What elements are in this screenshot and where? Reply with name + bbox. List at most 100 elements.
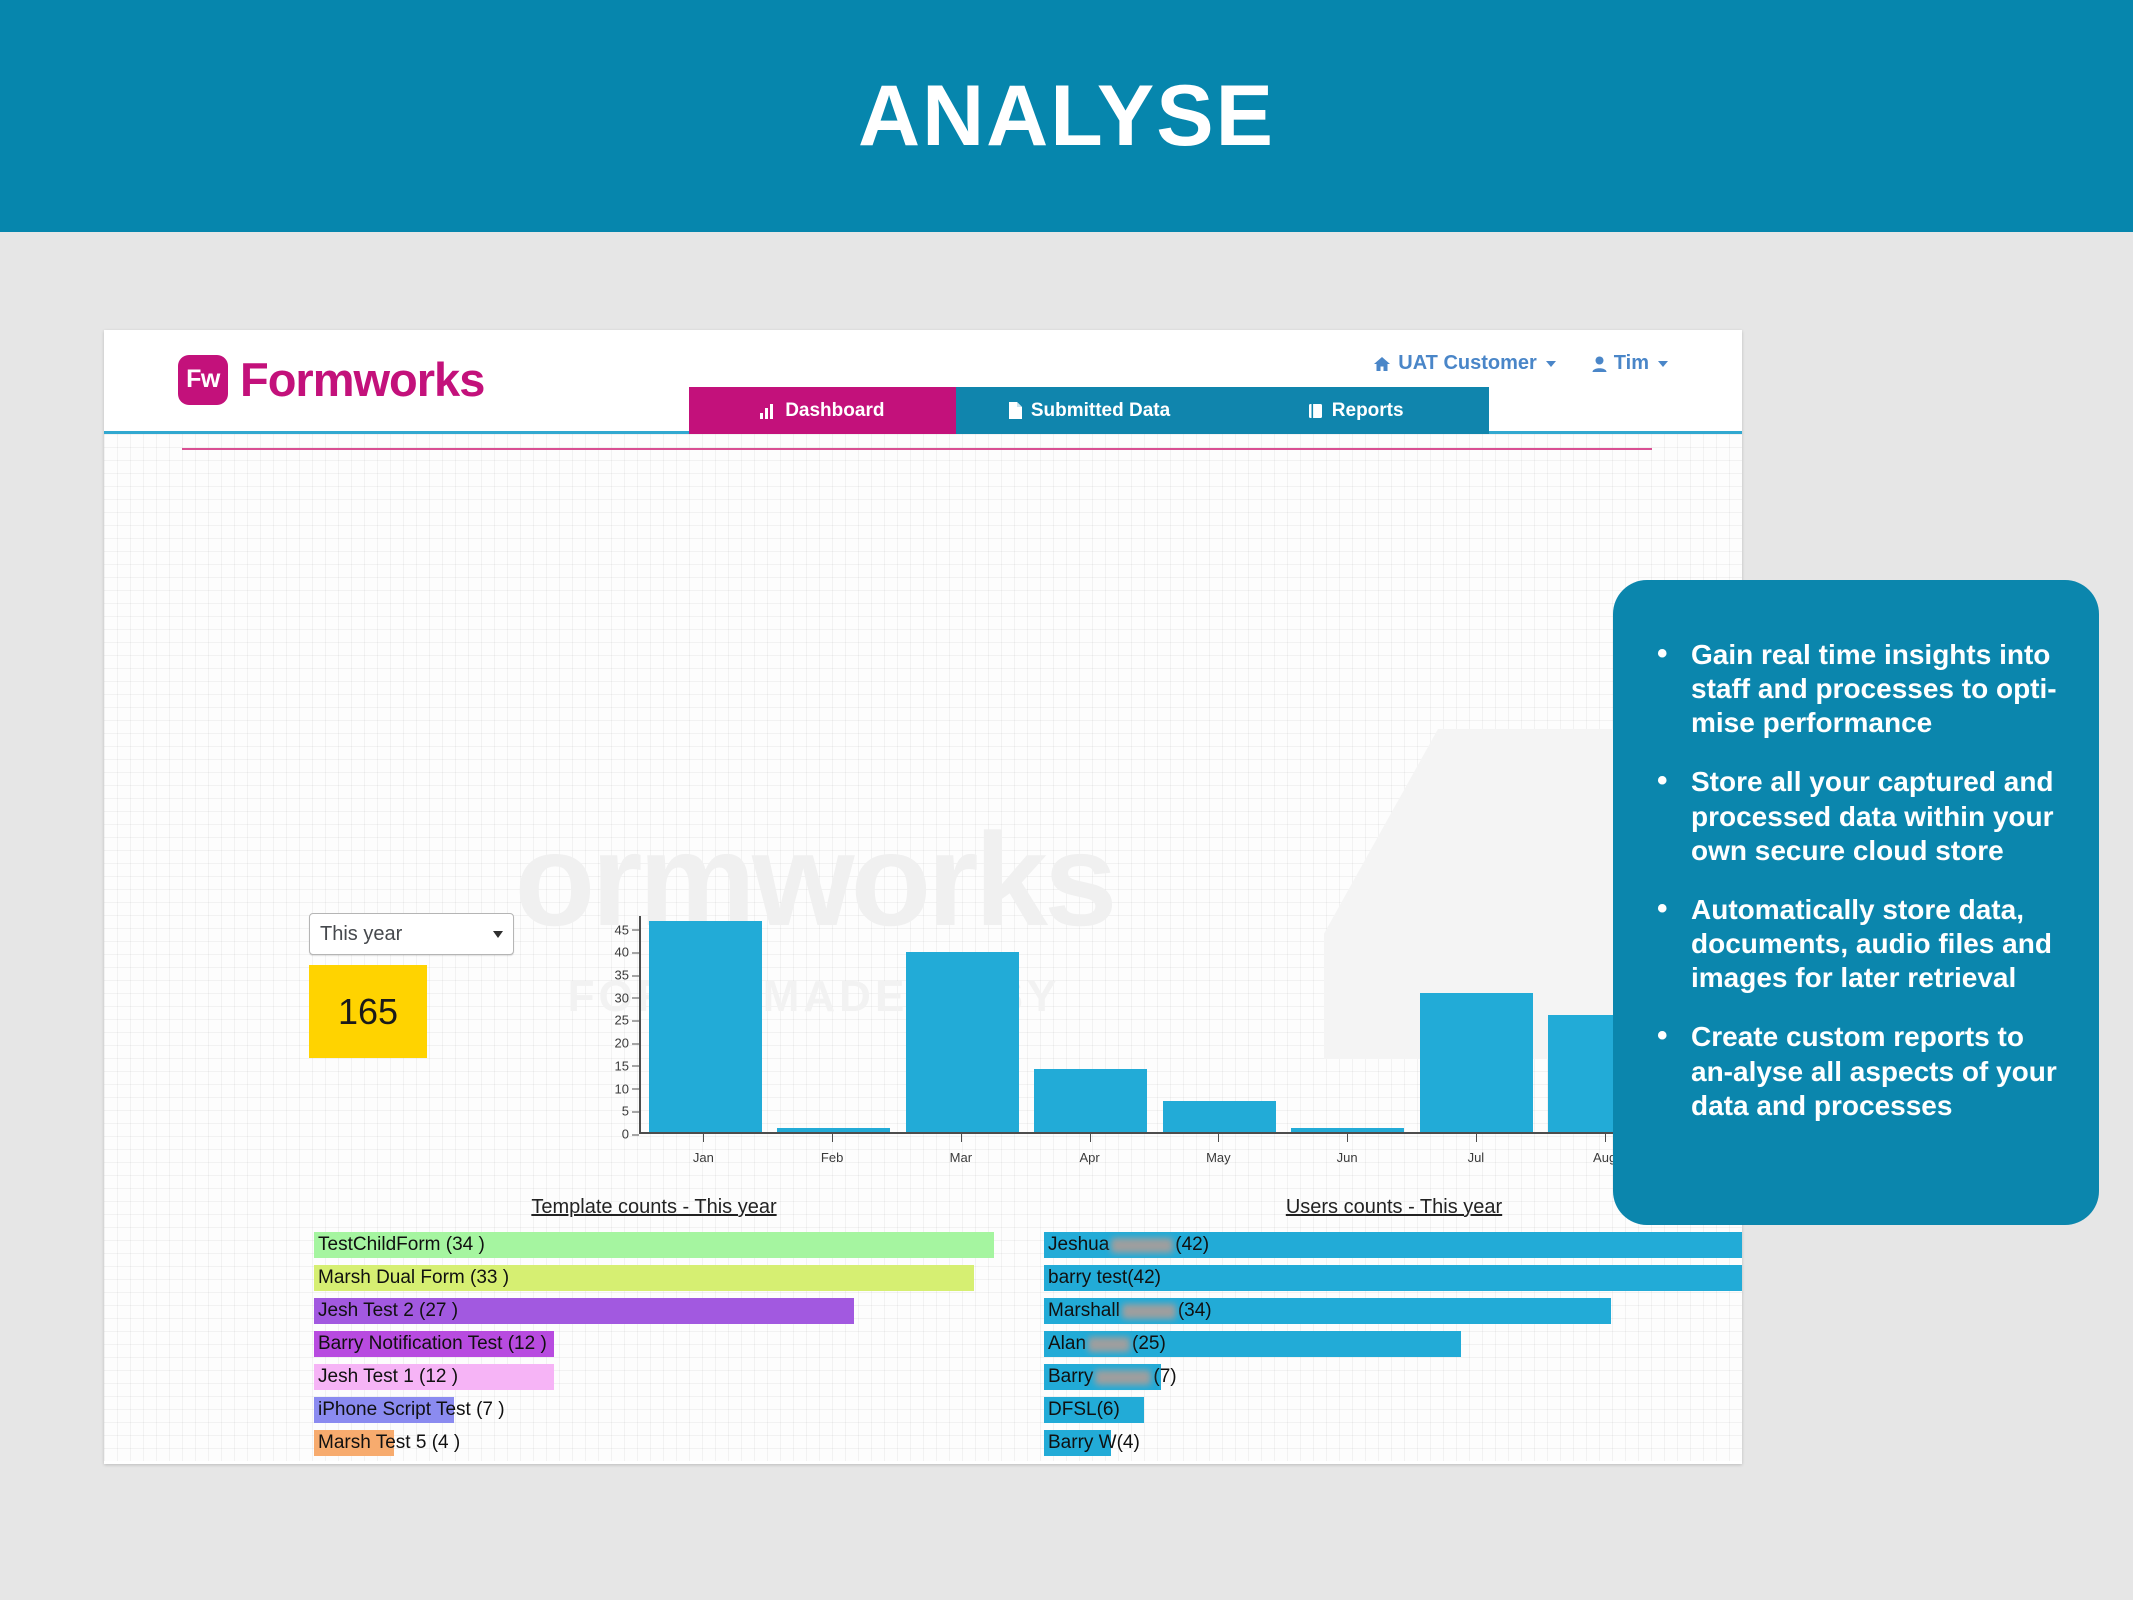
template-count-row[interactable]: Marsh Dual Form (33 ) [314, 1263, 994, 1296]
template-count-row[interactable]: Jesh Test 2 (27 ) [314, 1296, 994, 1329]
user-count-row[interactable]: Jeshua (42) [1044, 1230, 1742, 1263]
user-count-value: (42) [1127, 1267, 1161, 1288]
user-count-value: (42) [1175, 1234, 1210, 1255]
tab-reports[interactable]: Reports [1222, 387, 1490, 434]
tab-dashboard-label: Dashboard [785, 399, 885, 421]
accent-divider [182, 448, 1652, 450]
chart-x-tick-label: Jun [1283, 1134, 1412, 1171]
user-count-row[interactable]: Alan (25) [1044, 1329, 1742, 1362]
chart-y-tick: 20 [615, 1036, 639, 1051]
chart-y-tick-mark [632, 1088, 639, 1090]
chart-bar[interactable] [777, 1127, 891, 1132]
chart-y-tick-mark [632, 1134, 639, 1135]
chart-y-tick: 40 [615, 945, 639, 960]
book-icon [1308, 403, 1322, 418]
chart-y-tick: 5 [622, 1104, 639, 1119]
chart-bar[interactable] [648, 920, 762, 1132]
chart-bar[interactable] [1162, 1100, 1276, 1132]
chart-bar-slot [898, 916, 1027, 1132]
chart-bar-slot [1284, 916, 1413, 1132]
chart-bar-slot [1412, 916, 1541, 1132]
chevron-down-icon [1545, 360, 1556, 367]
tab-reports-label: Reports [1331, 399, 1404, 421]
user-count-row[interactable]: DFSL (6) [1044, 1395, 1742, 1428]
chart-bar-slot [1027, 916, 1156, 1132]
feature-bullet-list: Gain real time insights into staff and p… [1647, 636, 2057, 1123]
chart-x-tick-label: Apr [1025, 1134, 1154, 1171]
tab-submitted-data[interactable]: Submitted Data [955, 387, 1223, 434]
chevron-down-icon [1658, 360, 1668, 367]
chart-y-tick: 15 [615, 1058, 639, 1073]
user-count-label: Alan (25) [1048, 1331, 1166, 1357]
user-icon [1592, 356, 1607, 372]
customer-menu[interactable]: UAT Customer [1373, 352, 1556, 375]
user-count-value: (34) [1177, 1300, 1212, 1321]
chart-bar[interactable] [905, 952, 1019, 1132]
template-count-label: Barry Notification Test (12 ) [318, 1333, 547, 1354]
template-count-row[interactable]: Barry Notification Test (12 ) [314, 1329, 994, 1362]
template-count-label: Jesh Test 1 (12 ) [318, 1366, 459, 1387]
tab-dashboard[interactable]: Dashboard [689, 387, 956, 434]
template-count-label: iPhone Script Test (7 ) [318, 1399, 505, 1420]
redacted-surname [1095, 1369, 1152, 1385]
user-name: Marshall [1048, 1300, 1120, 1321]
template-count-row[interactable]: Jesh Test 1 (12 ) [314, 1362, 994, 1395]
chart-x-axis: Jan Feb Mar Apr May Jun Jul Aug [639, 1134, 1669, 1171]
chart-plot-area [639, 916, 1669, 1134]
tab-submitted-data-label: Submitted Data [1030, 399, 1171, 421]
user-name: Barry [1048, 1366, 1094, 1387]
template-counts-title: Template counts - This year [531, 1196, 777, 1218]
template-count-label: Marsh Test 5 (4 ) [318, 1432, 461, 1453]
user-count-value: (4) [1116, 1432, 1140, 1453]
chart-x-tick-label: Jul [1412, 1134, 1541, 1171]
app-topbar: Fw Formworks Dashboard Submitted Data Re… [104, 330, 1742, 434]
brand-name: Formworks [240, 353, 485, 406]
chart-y-tick: 30 [615, 990, 639, 1005]
feature-callout-card: Gain real time insights into staff and p… [1613, 580, 2099, 1225]
chart-y-tick: 45 [615, 922, 639, 937]
user-count-row[interactable]: Marshall (34) [1044, 1296, 1742, 1329]
chart-x-tick-label: Feb [768, 1134, 897, 1171]
template-count-row[interactable]: iPhone Script Test (7 ) [314, 1395, 994, 1428]
period-select[interactable]: This year [309, 913, 514, 955]
chart-bar[interactable] [1419, 992, 1533, 1132]
user-count-row[interactable]: Barry (7) [1044, 1362, 1742, 1395]
user-count-value: (6) [1096, 1399, 1120, 1420]
template-count-row[interactable]: TestChildForm (34 ) [314, 1230, 994, 1263]
user-name: Jeshua [1048, 1234, 1110, 1255]
document-icon [1008, 402, 1022, 419]
user-count-row[interactable]: barry test (42) [1044, 1263, 1742, 1296]
chart-bar[interactable] [1034, 1069, 1148, 1132]
monthly-submissions-chart: 0 5 10 15 20 25 30 35 40 45 Jan Feb Mar Apr May Jun Jul… [584, 916, 1669, 1171]
account-menu[interactable]: Tim [1592, 352, 1668, 375]
chart-bar[interactable] [1291, 1127, 1405, 1132]
user-count-value: (7) [1153, 1366, 1177, 1387]
chart-x-tick-label: Jan [639, 1134, 768, 1171]
chart-y-tick-mark [632, 997, 639, 999]
feature-bullet: Automatically store data, documents, aud… [1647, 891, 2057, 995]
feature-bullet: Create custom reports to an-alyse all as… [1647, 1018, 2057, 1122]
total-count-kpi: 165 [309, 965, 427, 1058]
chart-y-tick-mark [632, 1111, 639, 1113]
chart-y-tick: 10 [615, 1081, 639, 1096]
home-icon [1374, 356, 1391, 371]
account-menu-label: Tim [1613, 352, 1649, 374]
user-count-label: Barry (7) [1048, 1364, 1177, 1390]
user-name: barry test [1048, 1267, 1128, 1288]
customer-menu-label: UAT Customer [1398, 352, 1537, 374]
banner-title: ANALYSE [857, 67, 1276, 164]
formworks-logo-icon: Fw [178, 354, 228, 405]
user-name: Barry W [1048, 1432, 1117, 1453]
user-menu: UAT Customer Tim [1373, 352, 1668, 375]
user-count-row[interactable]: Barry W (4) [1044, 1428, 1742, 1461]
user-name: Alan [1048, 1333, 1087, 1354]
redacted-surname [1121, 1303, 1176, 1319]
template-count-row[interactable]: Marsh Test 5 (4 ) [314, 1428, 994, 1461]
period-select-value: This year [320, 922, 403, 945]
user-count-label: barry test (42) [1048, 1265, 1161, 1291]
chart-bar-slot [641, 916, 770, 1132]
user-counts-panel: Users counts - This year Jeshua (42) barry… [1044, 1196, 1742, 1461]
template-count-label: Marsh Dual Form (33 ) [318, 1267, 510, 1288]
chart-y-tick: 35 [615, 968, 639, 983]
user-name: DFSL [1048, 1399, 1097, 1420]
